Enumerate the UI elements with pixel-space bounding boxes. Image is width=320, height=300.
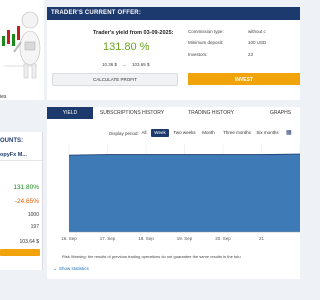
chevron-down-icon[interactable]: ⌄ xyxy=(53,266,57,272)
stat-value-1: 1000 xyxy=(27,212,39,218)
detail-label-investors: Investors: xyxy=(188,52,208,57)
calculate-profit-button[interactable]: CALCULATE PROFIT xyxy=(52,73,178,86)
mascot-illustration xyxy=(2,11,41,79)
detail-value-investors: 23 xyxy=(248,52,254,57)
tab-subscriptions-history[interactable]: SUBSCRIPTIONS HISTORY xyxy=(97,107,167,119)
from-value: 10.36 $ xyxy=(102,62,118,67)
yield-chart-card: Display period: All Week Two weeks Month… xyxy=(47,119,300,279)
x-tick-label: 21 xyxy=(259,236,265,241)
offer-header: TRADER'S CURRENT OFFER: xyxy=(47,7,300,20)
stat-value-3: 103.64 $ xyxy=(19,239,39,245)
calculate-profit-label: CALCULATE PROFIT xyxy=(93,77,137,82)
period-three-months[interactable]: Three months xyxy=(221,129,253,137)
accounts-title: OUNTS: xyxy=(0,138,23,144)
period-two-weeks[interactable]: Two weeks xyxy=(172,129,197,137)
invest-button-left[interactable] xyxy=(0,249,40,256)
show-statistics-link[interactable]: Show statistics xyxy=(59,266,89,271)
tab-yield[interactable]: YIELD xyxy=(47,107,93,119)
offer-title: TRADER'S CURRENT OFFER: xyxy=(51,10,142,16)
x-tick-label: 20. Sep xyxy=(215,236,231,241)
detail-label-commission: Commission type: xyxy=(188,29,224,34)
detail-value-min-deposit: 100 USD xyxy=(248,40,267,45)
detail-label-min-deposit: Minimum deposit: xyxy=(188,40,224,45)
calendar-icon[interactable]: ▦ xyxy=(286,129,292,136)
yield-area-chart: 16. Sep 17. Sep 18. Sep 19. Sep 20. Sep 21 xyxy=(61,144,300,241)
trader-offer-card: TRADER'S CURRENT OFFER: Trader's yield f… xyxy=(47,7,300,100)
accounts-panel: OUNTS: opyFx M... 131.80% -24.65% 1000 1… xyxy=(0,132,43,270)
display-period-label: Display period: xyxy=(109,130,139,136)
period-month[interactable]: Month xyxy=(200,129,217,137)
x-tick-label: 18. Sep xyxy=(138,236,154,241)
period-week[interactable]: Week xyxy=(151,129,169,137)
invest-button[interactable]: INVEST xyxy=(188,73,300,85)
tab-graphs[interactable]: GRAPHS xyxy=(261,107,300,119)
period-all[interactable]: All xyxy=(140,129,148,137)
yield-percentage: 131.80 % xyxy=(103,41,150,53)
to-value: 103.65 $ xyxy=(132,62,150,67)
account-name-link[interactable]: opyFx M... xyxy=(0,152,27,158)
stat-yield: 131.80% xyxy=(13,184,39,191)
invest-label: INVEST xyxy=(234,76,254,83)
x-tick-label: 16. Sep xyxy=(61,236,77,241)
arrow-icon: → xyxy=(122,62,127,67)
detail-value-commission: without c xyxy=(248,29,266,34)
period-six-months[interactable]: Six months xyxy=(255,129,280,137)
stat-drawdown: -24.65% xyxy=(14,198,39,205)
yield-heading: Trader's yield from 03-09-2025: xyxy=(93,30,174,36)
yield-area xyxy=(69,153,300,232)
x-tick-label: 17. Sep xyxy=(100,236,116,241)
divider xyxy=(0,160,42,161)
stat-value-2: 197 xyxy=(30,224,39,230)
tab-bar: YIELD SUBSCRIPTIONS HISTORY TRADING HIST… xyxy=(47,107,300,119)
x-tick-label: 19. Sep xyxy=(177,236,193,241)
risk-warning: Risk Warning: the results of previous tr… xyxy=(62,254,241,259)
tab-trading-history[interactable]: TRADING HISTORY xyxy=(180,107,242,119)
truncated-label: ies xyxy=(0,94,7,100)
left-promo-panel: ies xyxy=(0,0,44,100)
